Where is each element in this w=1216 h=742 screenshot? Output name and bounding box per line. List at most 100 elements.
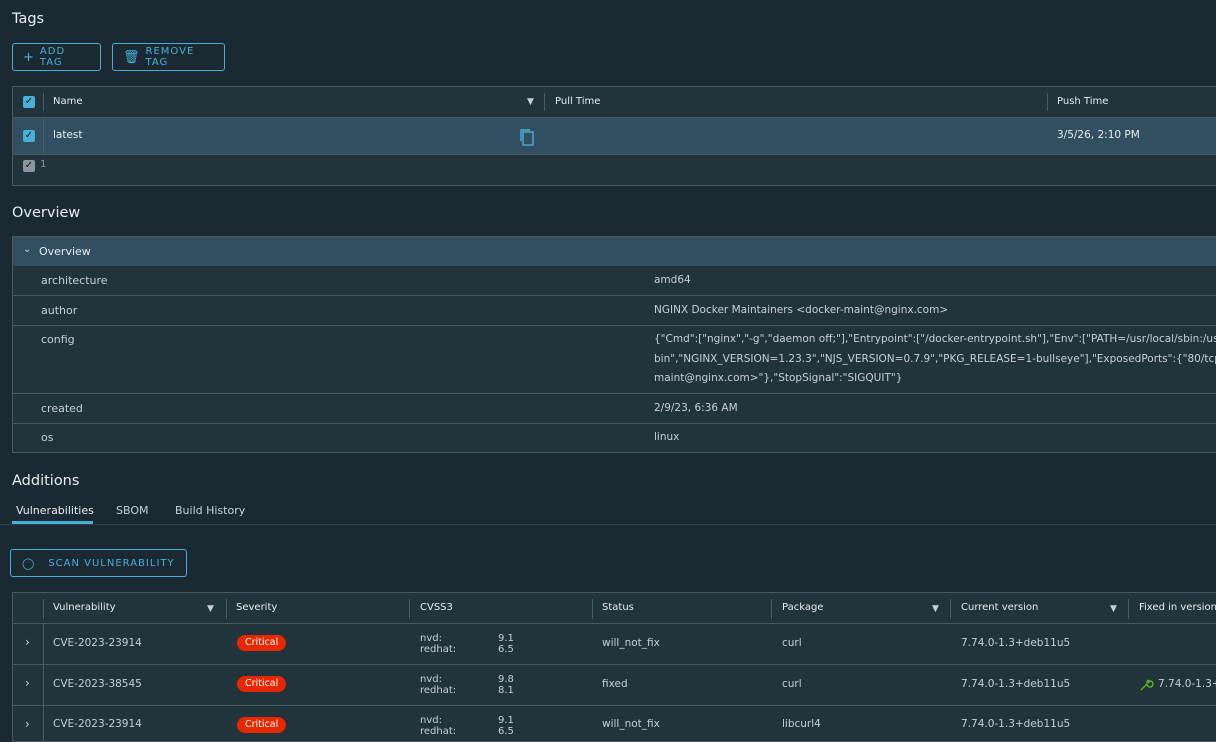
- vulnerability-grid: Vulnerability ▼ Severity CVSS3 Status Pa…: [12, 592, 1216, 742]
- table-row[interactable]: › CVE-2023-23914 Critical nvd: redhat: 9…: [13, 624, 1216, 664]
- overview-value: amd64: [654, 274, 691, 286]
- col-fixed-in-version[interactable]: Fixed in version: [1139, 602, 1216, 613]
- tag-name: latest: [53, 129, 83, 141]
- cvss-nvd-label: nvd:: [420, 715, 442, 726]
- cvss-redhat-score: 8.1: [498, 685, 514, 696]
- filter-icon[interactable]: ▼: [1110, 604, 1117, 614]
- overview-panel-header[interactable]: ⌄ Overview: [13, 237, 1216, 266]
- tags-title: Tags: [12, 11, 45, 27]
- column-separator: [771, 599, 772, 619]
- row-divider: [13, 423, 1216, 424]
- chevron-right-icon[interactable]: ›: [25, 717, 30, 731]
- vulnerability-link[interactable]: CVE-2023-23914: [53, 637, 142, 649]
- overview-panel-title: Overview: [39, 245, 91, 258]
- col-severity[interactable]: Severity: [236, 602, 277, 613]
- row-divider: [13, 393, 1216, 394]
- cvss-nvd-label: nvd:: [420, 674, 442, 685]
- severity-badge: Critical: [237, 635, 287, 651]
- overview-panel: ⌄ Overview architecture amd64 author NGI…: [12, 236, 1216, 453]
- package: curl: [782, 678, 802, 690]
- tags-grid: ✓ Name ▼ Pull Time Push Time ✓ latest 3/…: [12, 86, 1216, 186]
- chevron-right-icon[interactable]: ›: [25, 635, 30, 649]
- chevron-right-icon[interactable]: ›: [25, 676, 30, 690]
- column-separator: [226, 599, 227, 619]
- add-tag-button[interactable]: + ADD TAG: [12, 43, 101, 71]
- column-separator: [43, 118, 44, 154]
- shield-icon: ◯: [22, 556, 35, 570]
- trash-icon: 🗑: [123, 49, 140, 65]
- table-row[interactable]: › CVE-2023-38545 Critical nvd: redhat: 9…: [13, 665, 1216, 705]
- cvss-redhat-label: redhat:: [420, 644, 457, 655]
- footer-checkbox[interactable]: ✓: [23, 160, 35, 172]
- column-separator: [544, 93, 545, 111]
- cvss-nvd-score: 9.1: [498, 633, 514, 644]
- cvss-nvd-score: 9.8: [498, 674, 514, 685]
- col-push-time[interactable]: Push Time: [1057, 96, 1108, 107]
- col-pull-time[interactable]: Pull Time: [555, 96, 600, 107]
- col-cvss3[interactable]: CVSS3: [420, 602, 453, 613]
- overview-value: NGINX Docker Maintainers <docker-maint@n…: [654, 304, 949, 316]
- row-checkbox[interactable]: ✓: [23, 130, 35, 142]
- status: fixed: [602, 678, 628, 690]
- column-separator: [43, 665, 44, 705]
- column-separator: [43, 93, 44, 111]
- table-row[interactable]: ✓ latest 3/5/26, 2:10 PM: [13, 117, 1216, 155]
- overview-value-line: bin","NGINX_VERSION=1.23.3","NJS_VERSION…: [654, 353, 1216, 365]
- chevron-down-icon[interactable]: ⌄: [23, 244, 31, 255]
- overview-label: created: [41, 402, 83, 415]
- column-separator: [409, 599, 410, 619]
- overview-label: architecture: [41, 274, 108, 287]
- copy-icon[interactable]: [519, 128, 534, 146]
- footer-count: 1: [40, 159, 47, 170]
- status: will_not_fix: [602, 718, 660, 730]
- overview-value-line: maint@nginx.com>"},"StopSignal":"SIGQUIT…: [654, 372, 903, 384]
- vulnerability-link[interactable]: CVE-2023-38545: [53, 678, 142, 690]
- overview-value-line: {"Cmd":["nginx","-g","daemon off;"],"Ent…: [654, 333, 1216, 345]
- remove-tag-label: REMOVE TAG: [145, 46, 195, 68]
- tab-sbom[interactable]: SBOM: [116, 504, 148, 517]
- push-time: 3/5/26, 2:10 PM: [1057, 129, 1140, 141]
- filter-icon[interactable]: ▼: [207, 604, 214, 614]
- col-status[interactable]: Status: [602, 602, 634, 613]
- table-row[interactable]: › CVE-2023-23914 Critical nvd: redhat: 9…: [13, 706, 1216, 741]
- select-all-checkbox[interactable]: ✓: [23, 96, 35, 108]
- tab-build-history[interactable]: Build History: [175, 504, 245, 517]
- column-separator: [1128, 599, 1129, 619]
- column-separator: [43, 624, 44, 664]
- col-current-version[interactable]: Current version: [961, 602, 1038, 613]
- cvss-redhat-label: redhat:: [420, 726, 457, 737]
- row-divider: [13, 295, 1216, 296]
- status: will_not_fix: [602, 637, 660, 649]
- overview-label: config: [41, 333, 75, 346]
- add-tag-label: ADD TAG: [39, 46, 66, 68]
- filter-icon[interactable]: ▼: [932, 604, 939, 614]
- wrench-icon: [1139, 677, 1154, 695]
- current-version: 7.74.0-1.3+deb11u5: [961, 718, 1071, 730]
- tab-vulnerabilities[interactable]: Vulnerabilities: [16, 504, 94, 517]
- overview-value: 2/9/23, 6:36 AM: [654, 402, 738, 414]
- column-separator: [1047, 93, 1048, 111]
- column-separator: [950, 599, 951, 619]
- overview-title: Overview: [12, 205, 81, 221]
- cvss-redhat-score: 6.5: [498, 726, 514, 737]
- column-separator: [43, 706, 44, 741]
- scan-vulnerability-button[interactable]: ◯ SCAN VULNERABILITY: [10, 549, 187, 577]
- overview-label: os: [41, 431, 54, 444]
- column-separator: [43, 599, 44, 619]
- row-divider: [13, 325, 1216, 326]
- overview-label: author: [41, 304, 78, 317]
- filter-icon[interactable]: ▼: [527, 97, 534, 107]
- vulnerability-link[interactable]: CVE-2023-23914: [53, 718, 142, 730]
- col-vulnerability[interactable]: Vulnerability: [53, 602, 116, 613]
- col-name[interactable]: Name: [53, 96, 83, 107]
- current-version: 7.74.0-1.3+deb11u5: [961, 637, 1071, 649]
- cvss-nvd-label: nvd:: [420, 633, 442, 644]
- cvss-redhat-score: 6.5: [498, 644, 514, 655]
- plus-icon: +: [23, 49, 34, 65]
- remove-tag-button[interactable]: 🗑 REMOVE TAG: [112, 43, 225, 71]
- col-package[interactable]: Package: [782, 602, 823, 613]
- tabs-divider: [0, 524, 1216, 525]
- column-separator: [592, 599, 593, 619]
- additions-title: Additions: [12, 473, 80, 489]
- current-version: 7.74.0-1.3+deb11u5: [961, 678, 1071, 690]
